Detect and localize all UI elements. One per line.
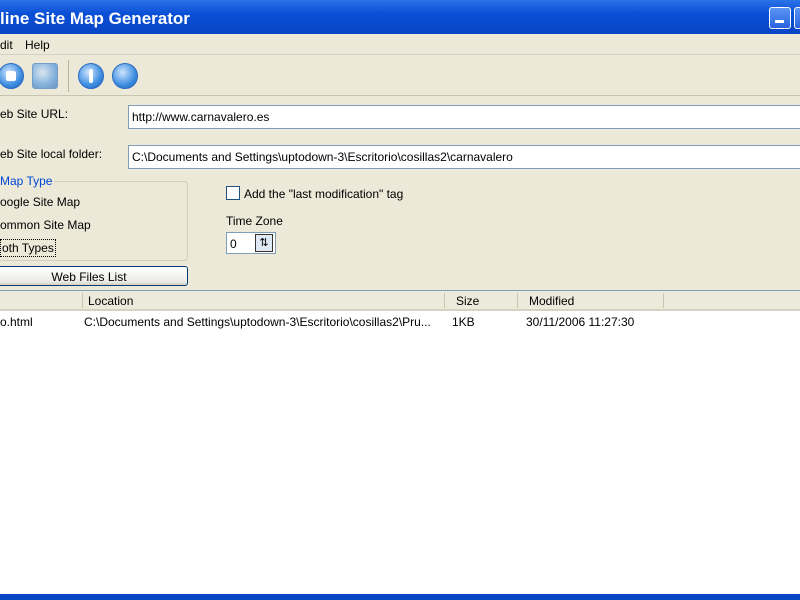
menu-help[interactable]: Help xyxy=(25,38,50,52)
info-icon[interactable] xyxy=(78,63,104,89)
minimize-icon xyxy=(775,20,784,23)
minimize-button[interactable] xyxy=(769,7,791,29)
files-list: Location Size Modified o.html C:\Documen… xyxy=(0,290,800,594)
last-modification-label: Add the "last modification" tag xyxy=(244,187,404,201)
toolbar xyxy=(0,56,800,96)
column-modified[interactable]: Modified xyxy=(529,294,574,308)
timezone-value[interactable]: 0 xyxy=(230,237,237,251)
window-title: line Site Map Generator xyxy=(0,9,190,28)
cell-location: C:\Documents and Settings\uptodown-3\Esc… xyxy=(84,315,431,329)
list-header: Location Size Modified xyxy=(0,291,800,311)
timezone-label: Time Zone xyxy=(226,214,283,228)
folder-label: eb Site local folder: xyxy=(0,147,103,161)
radio-both-types[interactable]: oth Types xyxy=(0,239,56,257)
menu-bar: dit Help xyxy=(0,34,800,55)
cell-name: o.html xyxy=(0,315,33,329)
last-modification-checkbox[interactable] xyxy=(226,186,240,200)
menu-edit[interactable]: dit xyxy=(0,38,13,52)
url-input[interactable]: http://www.carnavalero.es xyxy=(128,105,800,129)
window-bottom-border xyxy=(0,594,800,600)
radio-common-site-map[interactable]: ommon Site Map xyxy=(0,218,91,232)
cell-size: 1KB xyxy=(452,315,475,329)
radio-google-site-map[interactable]: oogle Site Map xyxy=(0,195,80,209)
toolbar-separator xyxy=(68,60,69,92)
stop-icon[interactable] xyxy=(0,63,24,89)
up-down-arrows-icon[interactable]: ⇅ xyxy=(255,234,273,252)
column-location[interactable]: Location xyxy=(88,294,133,308)
timezone-spinner[interactable]: 0 ⇅ xyxy=(226,232,276,254)
cell-modified: 30/11/2006 11:27:30 xyxy=(526,315,635,329)
map-type-label: Map Type xyxy=(0,174,55,188)
folder-input[interactable]: C:\Documents and Settings\uptodown-3\Esc… xyxy=(128,145,800,169)
document-globe-icon[interactable] xyxy=(32,63,58,89)
title-bar: line Site Map Generator xyxy=(0,0,800,34)
globe-icon[interactable] xyxy=(112,63,138,89)
url-label: eb Site URL: xyxy=(0,107,69,121)
column-size[interactable]: Size xyxy=(456,294,479,308)
web-files-list-button[interactable]: Web Files List xyxy=(0,266,188,286)
maximize-button[interactable] xyxy=(794,7,800,29)
